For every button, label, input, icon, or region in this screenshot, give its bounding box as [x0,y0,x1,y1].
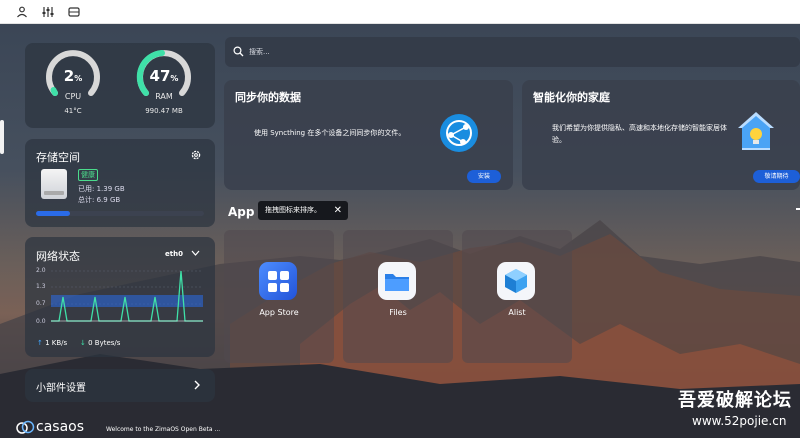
network-chart [51,270,203,322]
app-section-title: App [228,205,255,219]
search-bar[interactable]: 搜索... [225,37,800,67]
cpu-unit: % [74,74,83,83]
gear-icon[interactable] [190,149,202,161]
cpu-label: CPU [64,92,82,101]
close-icon[interactable]: ✕ [334,201,342,220]
app-tile-files[interactable]: Files [343,230,453,363]
widget-settings-button[interactable]: 小部件设置 [25,369,215,402]
app-tile-app-store[interactable]: App Store [224,230,334,363]
interface-select[interactable]: eth0 [165,250,200,258]
y-tick-0: 0.0 [36,318,46,325]
drive-image [41,169,67,199]
watermark-title: 吾爱破解论坛 [678,390,792,411]
y-tick-0-7: 0.7 [36,300,46,307]
app-tile-alist[interactable]: Alist [462,230,572,363]
tooltip-text: 拖拽图标来排序。 [265,206,321,214]
search-icon [233,46,244,57]
casaos-logo: casaos [16,419,84,435]
syncthing-icon [440,114,478,152]
cube-icon [497,262,535,300]
sliders-icon[interactable] [41,5,55,19]
download-arrow-icon: ↓ [80,339,86,347]
side-handle[interactable] [0,120,4,154]
interface-value: eth0 [165,250,183,258]
smart-home-icon [738,112,774,150]
y-tick-2: 2.0 [36,267,46,274]
app-name-alist: Alist [508,308,526,317]
ram-used: 990.47 MB [145,107,183,115]
download-rate: ↓ 0 Bytes/s [80,339,120,347]
cpu-temp: 41°C [64,107,82,115]
storage-used: 已用: 1.39 GB [78,185,125,193]
y-tick-1-3: 1.3 [36,283,46,290]
sync-title: 同步你的数据 [235,91,301,104]
storage-progress-fill [36,211,70,216]
search-input[interactable]: 搜索... [249,47,270,57]
sync-body: 使用 Syncthing 在多个设备之间同步你的文件。 [254,129,406,137]
storage-card: 存储空间 健康 已用: 1.39 GB 总计: 6.9 GB [25,139,215,227]
drive-icon[interactable] [67,5,81,19]
install-button[interactable]: 安装 [467,170,501,183]
cpu-value: 2 [63,67,75,85]
smart-home-title: 智能化你的家庭 [533,91,610,104]
collapse-handle[interactable] [796,208,800,210]
sync-card: 同步你的数据 使用 Syncthing 在多个设备之间同步你的文件。 安装 [224,80,513,190]
upload-arrow-icon: ↑ [37,339,43,347]
ram-unit: % [170,74,179,83]
upload-rate: ↑ 1 KB/s [37,339,67,347]
cpu-percent: 2% [45,67,101,85]
widget-settings-label: 小部件设置 [36,383,86,394]
status-badge: 健康 [78,169,98,181]
chevron-down-icon [191,250,200,256]
cloud-icon [16,420,35,434]
storage-total: 总计: 6.9 GB [78,196,121,204]
app-name-app-store: App Store [259,308,299,317]
user-icon[interactable] [15,5,29,19]
smart-home-body: 我们希望为你提供隐私、高速和本地化存储的智能家居体验。 [552,124,727,144]
ram-percent: 47% [136,67,192,85]
network-card: 网络状态 eth0 2.0 1.3 0.7 0.0 ↑ 1 KB/s ↓ 0 B… [25,237,215,357]
storage-progress-track [36,211,204,216]
storage-title: 存储空间 [36,151,80,164]
system-status-card: 2% CPU 41°C 47% RAM 990.47 MB [25,43,215,128]
grid-icon [259,262,297,300]
ram-label: RAM [155,92,173,101]
app-name-files: Files [389,308,407,317]
network-title: 网络状态 [36,250,80,263]
watermark-url: www.52pojie.cn [692,414,787,428]
welcome-text[interactable]: Welcome to the ZimaOS Open Beta ... [106,426,220,433]
top-toolbar [0,0,800,24]
coming-soon-button[interactable]: 敬请期待 [753,170,800,183]
download-value: 0 Bytes/s [88,339,121,347]
logo-text: casaos [36,419,85,435]
ram-value: 47 [149,67,171,85]
chevron-right-icon [194,380,200,390]
smart-home-card: 智能化你的家庭 我们希望为你提供隐私、高速和本地化存储的智能家居体验。 敬请期待 [522,80,800,190]
folder-icon [378,262,416,300]
drag-tooltip: 拖拽图标来排序。 ✕ [258,201,348,220]
upload-value: 1 KB/s [45,339,68,347]
